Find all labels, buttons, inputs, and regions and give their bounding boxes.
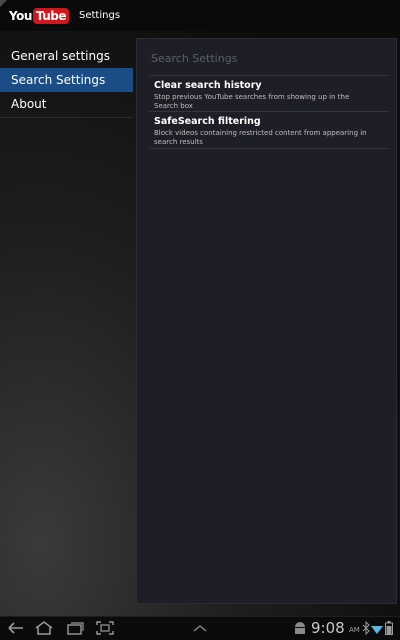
nav-item-label: About bbox=[11, 97, 47, 111]
pref-title: Clear search history bbox=[154, 80, 262, 91]
pref-title: SafeSearch filtering bbox=[154, 116, 261, 127]
nav-item-label: General settings bbox=[11, 49, 110, 63]
screen: You Tube Settings General settings Searc… bbox=[0, 0, 400, 640]
screenshot-icon[interactable] bbox=[95, 620, 115, 636]
clock-time: 9:08 bbox=[311, 619, 345, 637]
page-title: Settings bbox=[79, 10, 121, 21]
battery-icon bbox=[385, 621, 393, 635]
action-bar: You Tube Settings bbox=[0, 0, 400, 31]
nav-item-label: Search Settings bbox=[11, 73, 106, 87]
divider bbox=[149, 111, 389, 112]
system-bar: 9:08 AM bbox=[0, 616, 400, 640]
nav-item-about[interactable]: About bbox=[0, 92, 133, 116]
clock-ampm: AM bbox=[349, 626, 360, 634]
nav-divider bbox=[0, 117, 133, 118]
home-icon[interactable] bbox=[34, 620, 54, 636]
pref-summary: Stop previous YouTube searches from show… bbox=[154, 93, 350, 110]
settings-nav: General settings Search Settings About bbox=[0, 44, 133, 118]
bluetooth-icon bbox=[362, 621, 370, 635]
pref-summary: Block videos containing restricted conte… bbox=[154, 129, 367, 146]
settings-panel: Search Settings Clear search history Sto… bbox=[136, 38, 397, 604]
chevron-up-icon[interactable] bbox=[191, 623, 209, 633]
divider bbox=[149, 75, 389, 76]
pref-clear-search-history[interactable]: Clear search history Stop previous YouTu… bbox=[154, 80, 369, 110]
wifi-icon bbox=[371, 626, 383, 634]
logo-tube: Tube bbox=[32, 7, 70, 24]
back-icon[interactable] bbox=[7, 620, 25, 636]
pref-safesearch-filtering[interactable]: SafeSearch filtering Block videos contai… bbox=[154, 116, 369, 146]
logo-you: You bbox=[9, 8, 32, 23]
corner-indicator bbox=[0, 0, 7, 7]
nav-item-search-settings[interactable]: Search Settings bbox=[0, 68, 133, 92]
youtube-logo[interactable]: You Tube bbox=[9, 6, 70, 26]
android-icon[interactable] bbox=[293, 621, 307, 636]
recent-apps-icon[interactable] bbox=[65, 620, 85, 636]
nav-item-general-settings[interactable]: General settings bbox=[0, 44, 133, 68]
panel-header: Search Settings bbox=[151, 52, 238, 65]
divider bbox=[149, 148, 389, 149]
